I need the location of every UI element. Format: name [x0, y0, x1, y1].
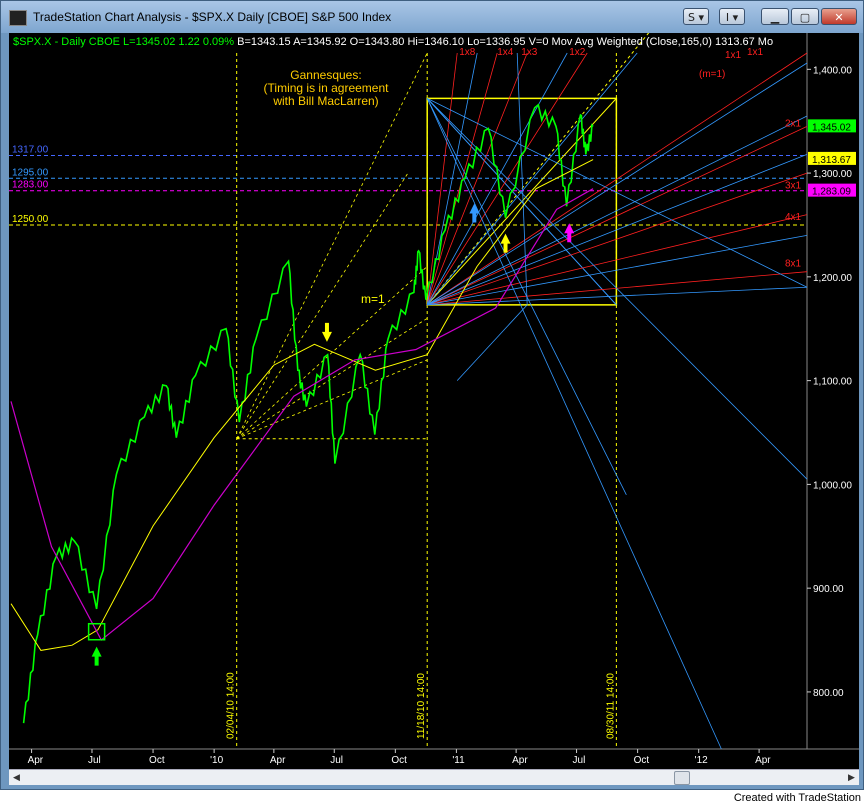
gann-ratio-label: 3x1 — [785, 181, 802, 192]
vertical-marker-label: 08/30/11 14:00 — [605, 673, 616, 739]
wma-long-line — [10, 188, 594, 641]
signal-arrow-icon — [91, 646, 102, 666]
y-tick-label: 1,400.00 — [813, 65, 852, 76]
x-tick-label: Apr — [270, 755, 286, 766]
gann-ratio-label: (m=1) — [699, 69, 725, 80]
price-label-text: 1,345.02 — [812, 122, 851, 133]
scroll-left-icon[interactable]: ◀ — [9, 770, 24, 785]
x-tick-label: Apr — [512, 755, 528, 766]
y-tick-label: 800.00 — [813, 688, 844, 699]
footer-credit: Created with TradeStation — [733, 792, 861, 804]
annotation-m1: m=1 — [361, 292, 385, 306]
gann-ratio-label: 2x1 — [785, 118, 802, 129]
gann-ratio-label: 1x1 — [747, 47, 764, 58]
scroll-thumb[interactable] — [674, 771, 690, 785]
x-tick-label: '12 — [695, 755, 708, 766]
title-bar[interactable]: TradeStation Chart Analysis - $SPX.X Dai… — [1, 1, 863, 33]
level-label: 1250.00 — [12, 214, 49, 225]
minimize-button[interactable]: ▁ — [761, 8, 789, 25]
x-tick-label: Oct — [391, 755, 407, 766]
level-label: 1295.00 — [12, 167, 49, 178]
level-label: 1317.00 — [12, 144, 49, 155]
gann-blue-fan-line — [426, 52, 638, 306]
tradestation-app-icon — [9, 10, 27, 26]
status-symbol-quote: $SPX.X - Daily CBOE L=1345.02 1.22 0.09% — [13, 36, 235, 48]
gann-ratio-label: 8x1 — [785, 258, 802, 269]
y-tick-label: 1,200.00 — [813, 273, 852, 284]
signal-arrow-icon — [321, 322, 332, 342]
price-axis-panel — [807, 33, 859, 769]
x-tick-label: Apr — [28, 755, 44, 766]
y-tick-label: 1,000.00 — [813, 480, 852, 491]
chart-svg: 1,400.00 1,300.00 1,200.00 1,100.00 1,000.00… — [9, 33, 859, 769]
x-tick-label: Jul — [330, 755, 343, 766]
vertical-marker-label: 02/04/10 14:00 — [226, 672, 237, 739]
close-button[interactable]: ✕ — [821, 8, 857, 25]
gann-ratio-label: 1x2 — [569, 47, 586, 58]
vertical-marker-label: 11/18/10 14:00 — [416, 673, 427, 739]
fan-line-2010 — [236, 52, 428, 439]
gann-blue-fan-line — [456, 304, 528, 381]
s-menu-button[interactable]: S ▾ — [683, 8, 709, 25]
x-tick-label: Jul — [88, 755, 101, 766]
status-bid-ask: B=1343.15 A=1345.92 O=1343.80 Hi=1346.10… — [234, 36, 549, 48]
x-tick-label: Jul — [573, 755, 586, 766]
gann-ratio-label: 1x8 — [459, 47, 476, 58]
signal-arrow-icon — [500, 233, 511, 253]
status-moving-average: Mov Avg Weighted (Close,165,0) 1313.67 M… — [548, 36, 774, 48]
x-tick-label: '10 — [210, 755, 223, 766]
gann-ratio-label: 1x1 — [725, 50, 742, 61]
y-tick-label: 1,300.00 — [813, 169, 852, 180]
gann-blue-descending-line — [426, 98, 722, 750]
maximize-button[interactable]: ▢ — [791, 8, 819, 25]
window-title: TradeStation Chart Analysis - $SPX.X Dai… — [33, 10, 392, 24]
gann-ratio-label: 1x3 — [521, 47, 538, 58]
wma-short-line — [10, 159, 594, 651]
horizontal-scrollbar[interactable]: ◀ ▶ — [9, 769, 859, 785]
price-series-line — [22, 103, 594, 724]
annotation-gannesques: Gannesques: — [290, 68, 361, 82]
price-label-text: 1,313.67 — [812, 155, 851, 166]
price-label-text: 1,283.09 — [812, 187, 851, 198]
gann-blue-fan-line — [426, 52, 568, 306]
gann-ratio-label: 1x4 — [497, 47, 514, 58]
x-tick-label: Oct — [149, 755, 165, 766]
i-menu-button[interactable]: I ▾ — [719, 8, 745, 25]
level-label: 1283.00 — [12, 180, 49, 191]
scroll-right-icon[interactable]: ▶ — [844, 770, 859, 785]
y-tick-label: 900.00 — [813, 584, 844, 595]
x-tick-label: Oct — [634, 755, 650, 766]
chart-window: TradeStation Chart Analysis - $SPX.X Dai… — [0, 0, 864, 790]
chart-plot-area[interactable]: 1,400.00 1,300.00 1,200.00 1,100.00 1,000.00… — [9, 33, 859, 769]
x-tick-label: '11 — [452, 755, 465, 766]
gann-ratio-label: 4x1 — [785, 212, 802, 223]
symbol-status-line: $SPX.X - Daily CBOE L=1345.02 1.22 0.09%… — [13, 36, 773, 48]
annotation-timing: (Timing is in agreement — [264, 81, 390, 95]
signal-arrow-icon — [469, 203, 480, 223]
x-tick-label: Apr — [755, 755, 771, 766]
annotation-maclarren: with Bill MacLarren) — [272, 94, 378, 108]
y-tick-label: 1,100.00 — [813, 377, 852, 388]
